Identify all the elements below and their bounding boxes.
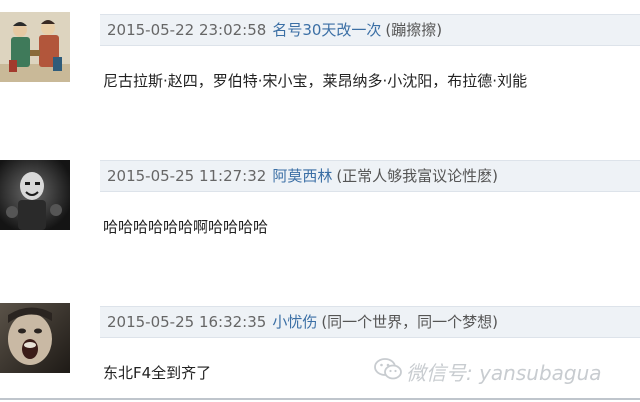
avatar[interactable]: [0, 303, 70, 373]
divider: [0, 398, 640, 400]
painting-two-figures-avatar: [0, 12, 70, 82]
comment-signature: (同一个世界，同一个梦想): [321, 313, 499, 331]
watermark-text: 微信号: yansubagua: [406, 361, 602, 385]
comment-meta-bar: 2015-05-22 23:02:58 名号30天改一次 (蹦擦擦): [100, 14, 640, 46]
comment-list: 2015-05-22 23:02:58 名号30天改一次 (蹦擦擦) 尼古拉斯·赵四…: [0, 0, 640, 402]
avatar[interactable]: [0, 160, 70, 230]
screaming-face-avatar: [0, 303, 70, 373]
wechat-icon: [374, 357, 402, 386]
comment-text: 尼古拉斯·赵四，罗伯特·宋小宝，莱昂纳多·小沈阳，布拉德·刘能: [103, 72, 528, 90]
avatar[interactable]: [0, 12, 70, 82]
comment-signature: (蹦擦擦): [385, 21, 443, 39]
wechat-watermark: 微信号: yansubagua: [374, 357, 602, 386]
comment-username-link[interactable]: 阿莫西林: [272, 167, 332, 185]
comment-text: 东北F4全到齐了: [103, 364, 212, 382]
comment-text: 哈哈哈哈哈哈啊哈哈哈哈: [103, 218, 269, 236]
comment-meta-bar: 2015-05-25 16:32:35 小忧伤 (同一个世界，同一个梦想): [100, 306, 640, 338]
comment-meta-bar: 2015-05-25 11:27:32 阿莫西林 (正常人够我富议论性麽): [100, 160, 640, 192]
comment-username-link[interactable]: 小忧伤: [272, 313, 317, 331]
comment-timestamp: 2015-05-25 11:27:32: [107, 167, 267, 185]
comment-signature: (正常人够我富议论性麽): [336, 167, 499, 185]
comment-timestamp: 2015-05-25 16:32:35: [107, 313, 267, 331]
comment-timestamp: 2015-05-22 23:02:58: [107, 21, 267, 39]
masked-figure-avatar: [0, 160, 70, 230]
comment-username-link[interactable]: 名号30天改一次: [272, 21, 381, 39]
